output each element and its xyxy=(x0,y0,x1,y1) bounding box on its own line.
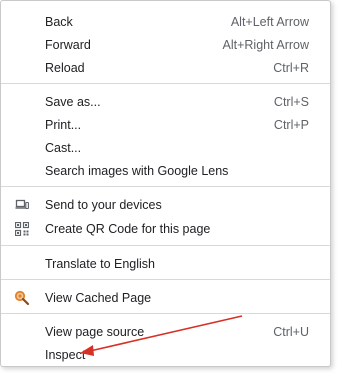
menu-separator xyxy=(1,313,330,314)
menu-separator xyxy=(1,186,330,187)
menu-item-reload[interactable]: Reload Ctrl+R xyxy=(1,56,330,79)
menu-item-forward-label: Forward xyxy=(45,37,91,52)
menu-item-back[interactable]: Back Alt+Left Arrow xyxy=(1,10,330,33)
menu-item-save-as-label: Save as... xyxy=(45,94,101,109)
menu-item-qr-code[interactable]: Create QR Code for this page xyxy=(1,217,330,240)
menu-item-inspect-label: Inspect xyxy=(45,347,86,362)
menu-item-cached-label: View Cached Page xyxy=(45,290,152,305)
menu-item-reload-label: Reload xyxy=(45,60,85,75)
menu-item-send-devices-label: Send to your devices xyxy=(45,197,162,212)
cached-page-icon xyxy=(13,289,31,307)
menu-item-back-label: Back xyxy=(45,14,73,29)
menu-separator xyxy=(1,279,330,280)
menu-item-reload-shortcut: Ctrl+R xyxy=(273,60,309,75)
menu-item-back-shortcut: Alt+Left Arrow xyxy=(230,14,309,29)
menu-item-print[interactable]: Print... Ctrl+P xyxy=(1,113,330,136)
menu-separator xyxy=(1,83,330,84)
menu-item-save-as-shortcut: Ctrl+S xyxy=(273,94,309,109)
devices-icon xyxy=(13,196,31,214)
menu-item-view-source-label: View page source xyxy=(45,324,145,339)
menu-item-cast-label: Cast... xyxy=(45,140,82,155)
menu-item-cast[interactable]: Cast... xyxy=(1,136,330,159)
menu-separator xyxy=(1,245,330,246)
menu-item-cached[interactable]: View Cached Page xyxy=(1,286,330,309)
menu-item-forward[interactable]: Forward Alt+Right Arrow xyxy=(1,33,330,56)
context-menu: Back Alt+Left Arrow Forward Alt+Right Ar… xyxy=(0,0,331,367)
menu-item-search-lens[interactable]: Search images with Google Lens xyxy=(1,159,330,182)
menu-item-view-source-shortcut: Ctrl+U xyxy=(273,324,309,339)
menu-item-view-source[interactable]: View page source Ctrl+U xyxy=(1,320,330,343)
menu-item-print-label: Print... xyxy=(45,117,82,132)
menu-item-qr-code-label: Create QR Code for this page xyxy=(45,221,211,236)
menu-item-search-lens-label: Search images with Google Lens xyxy=(45,163,229,178)
menu-item-translate[interactable]: Translate to English xyxy=(1,252,330,275)
menu-item-forward-shortcut: Alt+Right Arrow xyxy=(222,37,310,52)
qr-code-icon xyxy=(13,220,31,238)
menu-item-send-devices[interactable]: Send to your devices xyxy=(1,193,330,216)
menu-item-print-shortcut: Ctrl+P xyxy=(273,117,309,132)
menu-item-inspect[interactable]: Inspect xyxy=(1,343,330,366)
menu-item-translate-label: Translate to English xyxy=(45,256,156,271)
menu-item-save-as[interactable]: Save as... Ctrl+S xyxy=(1,90,330,113)
